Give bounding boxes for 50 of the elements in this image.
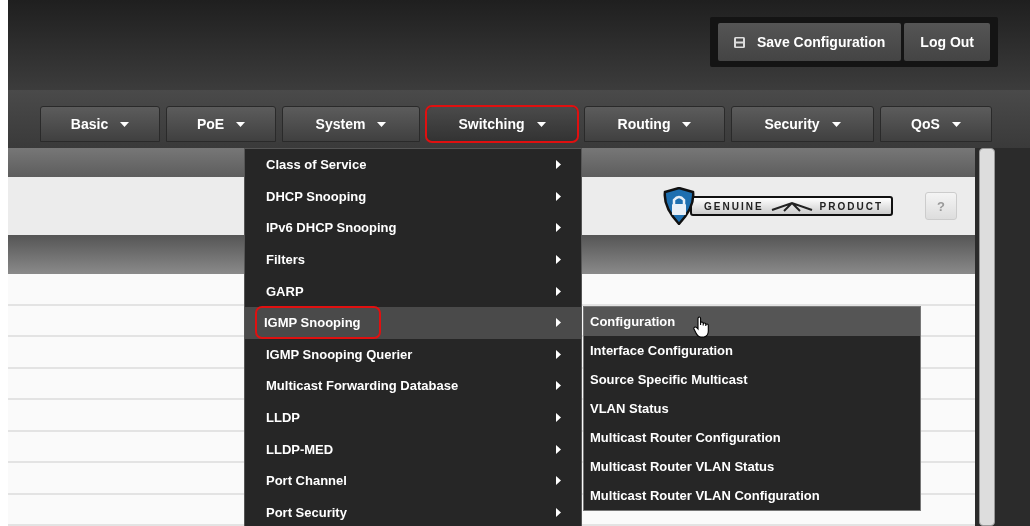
genuine-product-badge: GENUINE PRODUCT xyxy=(662,187,893,226)
nav-tab[interactable]: Basic xyxy=(40,106,160,142)
menu-item[interactable]: IPv6 DHCP Snooping xyxy=(245,212,581,244)
submenu-arrow-icon xyxy=(556,381,561,391)
header-button[interactable]: Log Out xyxy=(904,23,990,61)
hand-cursor-icon xyxy=(693,315,712,338)
submenu-arrow-icon xyxy=(556,413,561,423)
submenu-arrow-icon xyxy=(556,349,561,359)
submenu-item[interactable]: Source Specific Multicast xyxy=(584,365,920,394)
submenu-item[interactable]: Multicast Router Configuration xyxy=(584,423,920,452)
menu-item[interactable]: Port Security xyxy=(245,496,581,526)
caret-icon xyxy=(120,121,130,127)
nav-tab[interactable]: PoE xyxy=(166,106,276,142)
submenu-item[interactable]: VLAN Status xyxy=(584,394,920,423)
caret-icon xyxy=(951,121,961,127)
submenu-item[interactable]: Multicast Router VLAN Configuration xyxy=(584,481,920,510)
caret-icon xyxy=(236,121,246,127)
menu-item[interactable]: IGMP Snooping Querier xyxy=(245,338,581,371)
submenu-item[interactable]: Configuration xyxy=(584,307,920,336)
menu-item[interactable]: Multicast Forwarding Database xyxy=(245,370,581,402)
scrollbar[interactable] xyxy=(979,148,995,526)
header-button[interactable]: Save Configuration xyxy=(718,23,902,61)
submenu-arrow-icon xyxy=(556,255,561,265)
caret-icon xyxy=(536,121,546,127)
submenu-arrow-icon xyxy=(556,444,561,454)
menu-item[interactable]: LLDP xyxy=(245,401,581,434)
menu-item[interactable]: DHCP Snooping xyxy=(245,180,581,213)
menu-item[interactable]: Filters xyxy=(245,243,581,276)
menu-item[interactable]: GARP xyxy=(245,275,581,307)
submenu-arrow-icon xyxy=(556,318,561,328)
menu-item[interactable]: Port Channel xyxy=(245,464,581,497)
nav-tab[interactable]: Switching xyxy=(426,106,578,142)
nav-tab[interactable]: Routing xyxy=(584,106,725,142)
submenu-arrow-icon xyxy=(556,223,561,233)
menu-item[interactable]: IGMP Snooping xyxy=(245,306,581,339)
caret-icon xyxy=(377,121,387,127)
nav-tab[interactable]: System xyxy=(282,106,420,142)
submenu-arrow-icon xyxy=(556,476,561,486)
caret-icon xyxy=(831,121,841,127)
menu-item[interactable]: Class of Service xyxy=(245,149,581,181)
submenu-arrow-icon xyxy=(556,507,561,517)
submenu-item[interactable]: Multicast Router VLAN Status xyxy=(584,452,920,481)
submenu-arrow-icon xyxy=(556,286,561,296)
submenu-item[interactable]: Interface Configuration xyxy=(584,336,920,365)
caret-icon xyxy=(682,121,692,127)
submenu-arrow-icon xyxy=(556,160,561,170)
nav-tab[interactable]: QoS xyxy=(880,106,992,142)
menu-item[interactable]: LLDP-MED xyxy=(245,433,581,465)
nav-tab[interactable]: Security xyxy=(731,106,874,142)
submenu-arrow-icon xyxy=(556,191,561,201)
